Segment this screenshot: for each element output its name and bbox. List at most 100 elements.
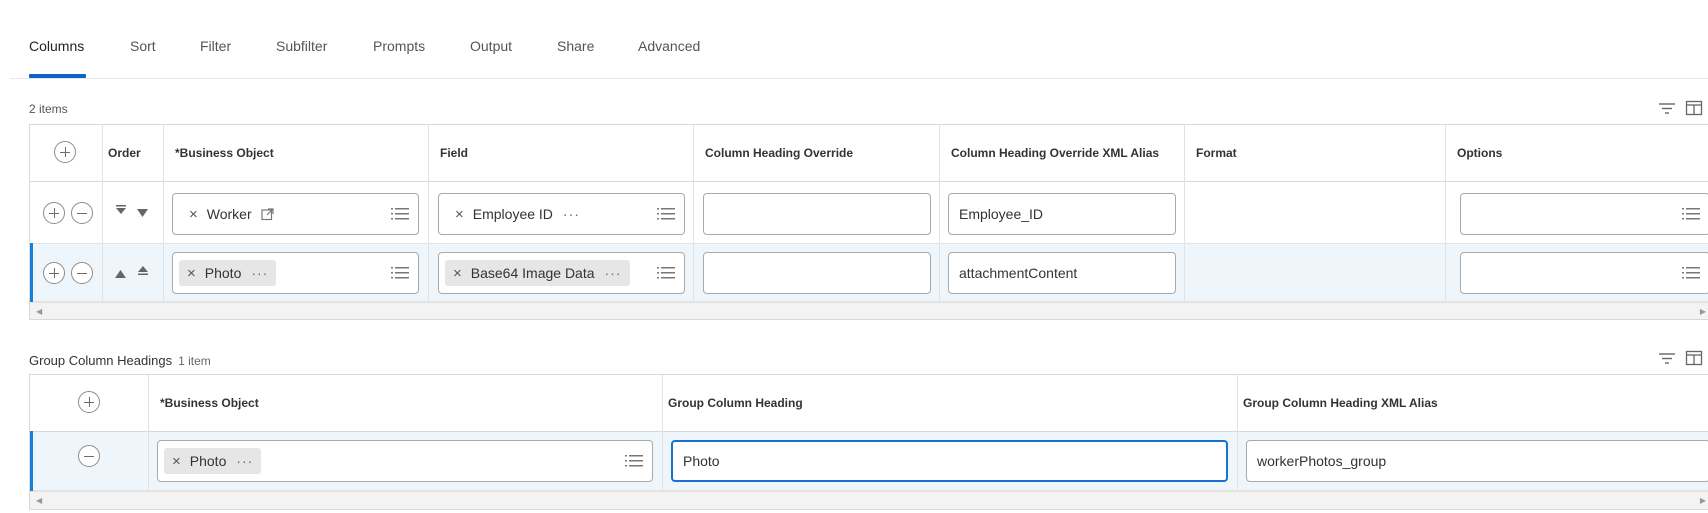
- list-icon[interactable]: [1682, 206, 1700, 222]
- column-divider: [1237, 375, 1238, 491]
- remove-icon[interactable]: ×: [187, 265, 196, 282]
- insert-row-button[interactable]: [43, 202, 65, 224]
- business-object-value: Photo: [204, 265, 242, 281]
- table-row: × Photo ···: [30, 431, 1708, 491]
- business-object-prompt[interactable]: × Photo ···: [157, 440, 653, 482]
- add-row-button[interactable]: [54, 141, 76, 163]
- xml-alias-input[interactable]: [948, 252, 1176, 294]
- list-icon[interactable]: [1682, 265, 1700, 281]
- group-column-heading-input[interactable]: [671, 440, 1228, 482]
- tab-columns[interactable]: Columns: [29, 38, 84, 54]
- xml-alias-text[interactable]: [949, 253, 1175, 293]
- list-icon[interactable]: [391, 265, 409, 281]
- column-heading-override-text[interactable]: [704, 194, 930, 234]
- options-prompt[interactable]: [1460, 193, 1708, 235]
- field-prompt[interactable]: × Employee ID ···: [438, 193, 685, 235]
- horizontal-scrollbar[interactable]: ◀ ▶: [30, 302, 1708, 319]
- tab-prompts[interactable]: Prompts: [373, 38, 425, 54]
- selected-field: × Employee ID ···: [447, 201, 588, 227]
- group-table-header: *Business Object Group Column Heading Gr…: [30, 375, 1708, 432]
- column-divider: [1184, 125, 1185, 302]
- column-layout-icon[interactable]: [1685, 349, 1703, 367]
- column-heading-override-text[interactable]: [704, 253, 930, 293]
- scroll-right-icon[interactable]: ▶: [1700, 307, 1706, 317]
- field-prompt[interactable]: × Base64 Image Data ···: [438, 252, 685, 294]
- tab-subfilter[interactable]: Subfilter: [276, 38, 327, 54]
- tab-filter[interactable]: Filter: [200, 38, 231, 54]
- column-layout-icon[interactable]: [1685, 99, 1703, 117]
- remove-icon[interactable]: ×: [172, 453, 181, 470]
- tab-sort[interactable]: Sort: [130, 38, 156, 54]
- move-to-bottom-icon[interactable]: [115, 203, 127, 221]
- external-link-icon[interactable]: [261, 207, 274, 221]
- options-prompt[interactable]: [1460, 252, 1708, 294]
- field-value: Employee ID: [472, 206, 553, 222]
- tab-share[interactable]: Share: [557, 38, 594, 54]
- scroll-left-icon[interactable]: ◀: [36, 307, 42, 317]
- xml-alias-input[interactable]: [948, 193, 1176, 235]
- column-divider: [693, 125, 694, 302]
- remove-icon[interactable]: ×: [453, 265, 462, 282]
- group-section-label: Group Column Headings: [29, 353, 173, 368]
- remove-icon[interactable]: ×: [455, 206, 464, 223]
- column-divider: [148, 375, 149, 491]
- remove-row-button[interactable]: [78, 445, 100, 467]
- business-object-value: Photo: [189, 453, 227, 469]
- move-to-top-icon[interactable]: [137, 263, 149, 281]
- add-row-button[interactable]: [78, 391, 100, 413]
- horizontal-scrollbar[interactable]: ◀ ▶: [30, 491, 1708, 509]
- business-object-value: Worker: [206, 206, 252, 222]
- move-down-icon[interactable]: [137, 205, 148, 223]
- remove-row-button[interactable]: [71, 262, 93, 284]
- group-column-headings-title: Group Column Headings 1 item: [29, 353, 211, 368]
- selected-business-object: × Photo ···: [179, 260, 277, 286]
- group-xml-alias-text[interactable]: [1247, 441, 1708, 481]
- selected-business-object: × Worker: [181, 201, 282, 227]
- columns-table-header: Order *Business Object Field Column Head…: [30, 125, 1708, 182]
- column-divider: [939, 125, 940, 302]
- header-column-heading-override: Column Heading Override: [705, 146, 854, 160]
- remove-row-button[interactable]: [71, 202, 93, 224]
- scroll-right-icon[interactable]: ▶: [1700, 496, 1706, 506]
- table-row: × Worker × Employee ID ···: [30, 182, 1708, 244]
- more-icon[interactable]: ···: [605, 265, 622, 281]
- column-heading-override-input[interactable]: [703, 252, 931, 294]
- header-group-column-heading-xml-alias: Group Column Heading XML Alias: [1243, 396, 1438, 410]
- scroll-left-icon[interactable]: ◀: [36, 496, 42, 506]
- selected-business-object: × Photo ···: [164, 448, 262, 474]
- more-icon[interactable]: ···: [236, 453, 253, 469]
- xml-alias-text[interactable]: [949, 194, 1175, 234]
- group-column-heading-text[interactable]: [673, 442, 1226, 480]
- group-xml-alias-input[interactable]: [1246, 440, 1708, 482]
- header-business-object: *Business Object: [160, 396, 259, 410]
- selected-field: × Base64 Image Data ···: [445, 260, 630, 286]
- business-object-prompt[interactable]: × Photo ···: [172, 252, 419, 294]
- columns-item-count: 2 items: [29, 102, 68, 116]
- tab-bar: Columns Sort Filter Subfilter Prompts Ou…: [10, 0, 1708, 79]
- more-icon[interactable]: ···: [563, 206, 580, 222]
- more-icon[interactable]: ···: [251, 265, 268, 281]
- columns-table: Order *Business Object Field Column Head…: [29, 124, 1708, 320]
- column-divider: [163, 125, 164, 302]
- business-object-prompt[interactable]: × Worker: [172, 193, 419, 235]
- column-divider: [102, 125, 103, 302]
- column-heading-override-input[interactable]: [703, 193, 931, 235]
- filter-icon[interactable]: [1658, 350, 1676, 368]
- list-icon[interactable]: [657, 265, 675, 281]
- header-group-column-heading: Group Column Heading: [668, 396, 803, 410]
- header-field: Field: [440, 146, 469, 160]
- move-up-icon[interactable]: [115, 266, 126, 284]
- list-icon[interactable]: [657, 206, 675, 222]
- tab-output[interactable]: Output: [470, 38, 512, 54]
- filter-icon[interactable]: [1658, 100, 1676, 118]
- header-column-heading-override-xml-alias: Column Heading Override XML Alias: [951, 146, 1160, 160]
- column-divider: [1445, 125, 1446, 302]
- table-row: × Photo ··· × Base64 Image Data ···: [30, 243, 1708, 302]
- tab-advanced[interactable]: Advanced: [638, 38, 700, 54]
- header-format: Format: [1196, 146, 1237, 160]
- remove-icon[interactable]: ×: [189, 206, 198, 223]
- field-value: Base64 Image Data: [470, 265, 595, 281]
- list-icon[interactable]: [391, 206, 409, 222]
- list-icon[interactable]: [625, 453, 643, 469]
- insert-row-button[interactable]: [43, 262, 65, 284]
